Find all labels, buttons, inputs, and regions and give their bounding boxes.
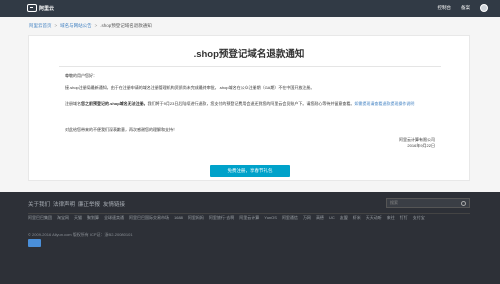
footer-link-legal[interactable]: 法律声明 [53, 200, 75, 208]
free-register-button[interactable]: 免费注册，享春节礼包 [210, 165, 290, 177]
site-link[interactable]: 钉钉 [400, 215, 408, 220]
site-link[interactable]: 万网 [303, 215, 311, 220]
greeting-text: 尊敬的用户您好： [65, 73, 97, 78]
site-link[interactable]: 阿里巴巴国际交易市场 [129, 215, 169, 220]
signature-date: 2016年9月22日 [407, 143, 435, 148]
beian-badge-icon[interactable] [28, 239, 41, 247]
site-link[interactable]: 来往 [387, 215, 395, 220]
top-nav-menu: 控制台 备案 [438, 4, 488, 12]
top-navbar: 阿里云 控制台 备案 [0, 0, 500, 17]
site-link[interactable]: 阿里云计算 [239, 215, 259, 220]
breadcrumb-announcements[interactable]: 域名与网站公告 [60, 23, 92, 29]
site-link[interactable]: 阿里旅行·去啊 [209, 215, 234, 220]
footer-link-about[interactable]: 关于我们 [28, 200, 50, 208]
footer-divider [28, 213, 470, 214]
site-link[interactable]: 天天动听 [366, 215, 382, 220]
site-link[interactable]: 友盟 [340, 215, 348, 220]
site-link[interactable]: 虾米 [353, 215, 361, 220]
site-link[interactable]: 阿里妈妈 [188, 215, 204, 220]
aliyun-logo[interactable]: 阿里云 [27, 4, 54, 12]
notice-paragraph-1: 接.shop注册局最新通知，由于在注册申请的域名注册管理机构资质尚未完成最终审批… [65, 85, 315, 90]
paragraph-2-highlight: 您之前预登记的.shop域名无法注册。 [81, 101, 148, 106]
search-icon[interactable] [461, 201, 466, 206]
site-link[interactable]: 全球速卖通 [104, 215, 124, 220]
breadcrumb-separator: > [54, 23, 58, 28]
site-link[interactable]: 聚划算 [87, 215, 99, 220]
site-link[interactable]: 天猫 [74, 215, 82, 220]
brand-name: 阿里云 [39, 5, 55, 12]
site-link[interactable]: 阿里通信 [282, 215, 298, 220]
site-link[interactable]: 1688 [174, 215, 183, 220]
footer-link-friends[interactable]: 友情链接 [103, 200, 125, 208]
breadcrumb: 阿里云首页 > 域名与网站公告 > .shop预登记域名退款通知 [29, 23, 152, 29]
site-link[interactable]: UC [329, 215, 335, 220]
refund-guide-link[interactable]: 如需提现请查看退款提现操作说明 [354, 101, 414, 106]
beian-link[interactable]: 备案 [461, 5, 470, 11]
title-divider [59, 66, 441, 67]
aliyun-logo-icon [27, 4, 37, 12]
breadcrumb-current: .shop预登记域名退款通知 [100, 23, 152, 28]
footer-search-input[interactable]: 搜索 [386, 198, 470, 208]
footer: 关于我们 法律声明 廉正举报 友情链接 搜索 阿里巴巴集团 淘宝网 天猫 聚划算… [0, 192, 500, 284]
site-link[interactable]: 淘宝网 [57, 215, 69, 220]
site-link[interactable]: 阿里巴巴集团 [28, 215, 52, 220]
notice-signature: 阿里云计算有限公司 2016年9月22日 [375, 137, 435, 149]
user-avatar[interactable] [480, 4, 488, 12]
breadcrumb-separator: > [94, 23, 98, 28]
footer-link-report[interactable]: 廉正举报 [78, 200, 100, 208]
footer-search-placeholder: 搜索 [390, 200, 398, 205]
site-link[interactable]: YunOS [264, 215, 277, 220]
site-link[interactable]: 高德 [316, 215, 324, 220]
group-sites-list: 阿里巴巴集团 淘宝网 天猫 聚划算 全球速卖通 阿里巴巴国际交易市场 1688 … [28, 215, 468, 220]
notice-paragraph-2: 注册域名您之前预登记的.shop域名无法注册。我们将于9月23日后陆续进行退款，… [65, 101, 435, 107]
breadcrumb-home[interactable]: 阿里云首页 [29, 23, 52, 29]
footer-links: 关于我们 法律声明 廉正举报 友情链接 [28, 200, 125, 208]
signature-org: 阿里云计算有限公司 [399, 137, 435, 142]
site-link[interactable]: 支付宝 [413, 215, 425, 220]
paragraph-2-body: 我们将于9月23日后陆续进行退款，您支付的预登记费用会退还到您的阿里云会员账户下… [147, 101, 355, 106]
copyright-text: © 2009-2016 Aliyun.com 版权所有 ICP证：浙B2-200… [28, 232, 133, 237]
page-title: .shop预登记域名退款通知 [193, 49, 305, 60]
notice-paragraph-3: 对此给您带来的不便我们深表歉意，再次感谢您的理解和支持！ [65, 127, 177, 132]
paragraph-2-prefix: 注册域名 [65, 101, 81, 106]
notice-card: .shop预登记域名退款通知 尊敬的用户您好： 接.shop注册局最新通知，由于… [28, 35, 470, 181]
console-link[interactable]: 控制台 [438, 5, 452, 11]
